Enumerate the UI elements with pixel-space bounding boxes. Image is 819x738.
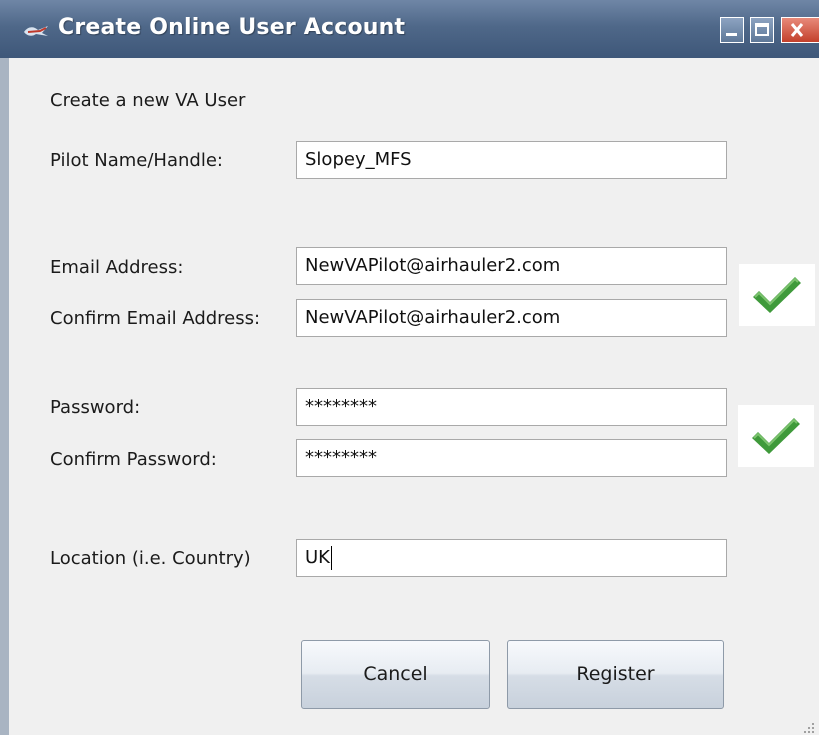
- close-button[interactable]: [781, 17, 819, 43]
- maximize-icon: [755, 23, 769, 36]
- checkmark-icon: [752, 418, 800, 454]
- resize-grip-icon[interactable]: [803, 719, 815, 733]
- form-panel: Create a new VA User Pilot Name/Handle: …: [9, 58, 819, 735]
- confirm-password-label: Confirm Password:: [50, 449, 217, 470]
- email-valid-indicator: [739, 264, 815, 326]
- pilot-name-label: Pilot Name/Handle:: [50, 150, 223, 171]
- register-button[interactable]: Register: [507, 640, 724, 709]
- confirm-email-input[interactable]: NewVAPilot@airhauler2.com: [296, 299, 727, 337]
- confirm-password-input[interactable]: ********: [296, 439, 727, 477]
- email-input[interactable]: NewVAPilot@airhauler2.com: [296, 247, 727, 285]
- cancel-button[interactable]: Cancel: [301, 640, 490, 709]
- minimize-button[interactable]: [720, 17, 744, 43]
- checkmark-icon: [753, 277, 801, 313]
- form-heading: Create a new VA User: [50, 90, 246, 111]
- title-bar[interactable]: Create Online User Account: [0, 0, 819, 58]
- maximize-button[interactable]: [750, 17, 774, 43]
- close-icon: [790, 23, 804, 37]
- text-caret: [330, 546, 332, 570]
- password-valid-indicator: [738, 405, 814, 467]
- minimize-icon: [726, 33, 737, 36]
- pilot-name-input[interactable]: Slopey_MFS: [296, 141, 727, 179]
- window-title: Create Online User Account: [58, 15, 406, 40]
- location-value: UK: [305, 547, 330, 568]
- location-label: Location (i.e. Country): [50, 548, 251, 569]
- password-input[interactable]: ********: [296, 388, 727, 426]
- password-label: Password:: [50, 397, 141, 418]
- create-account-window: Create Online User Account Create a new …: [0, 0, 819, 735]
- app-plane-icon: [22, 20, 50, 40]
- location-input[interactable]: UK: [296, 539, 727, 577]
- email-label: Email Address:: [50, 257, 184, 278]
- confirm-email-label: Confirm Email Address:: [50, 308, 261, 329]
